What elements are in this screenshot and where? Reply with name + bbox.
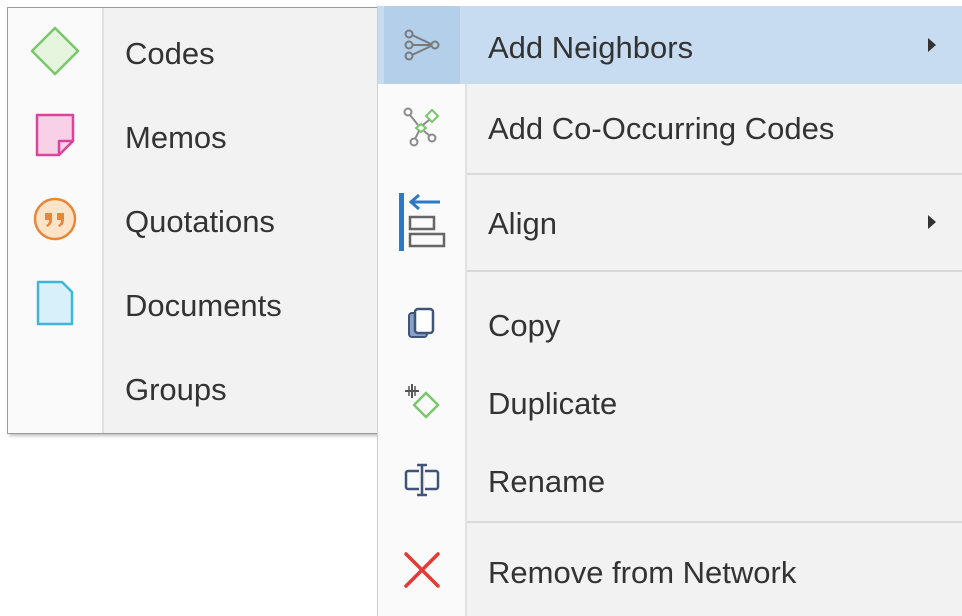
menu-item-copy[interactable]: Copy [378, 284, 962, 364]
menu-item-align[interactable]: Align [378, 175, 962, 269]
copy-icon [384, 284, 460, 364]
co-occurring-codes-icon [384, 84, 460, 172]
menu-item-quotations[interactable]: Quotations [8, 177, 377, 261]
menu-item-documents[interactable]: Documents [8, 261, 377, 345]
menu-item-rename[interactable]: Rename [378, 440, 962, 520]
document-icon [22, 261, 88, 345]
menu-item-label: Memos [125, 120, 227, 155]
menu-item-label: Rename [488, 464, 606, 499]
insert-menu: Codes Memos Quotations Documents Groups [7, 7, 378, 434]
menu-item-duplicate[interactable]: Duplicate [378, 364, 962, 440]
menu-item-memos[interactable]: Memos [8, 93, 377, 177]
align-left-icon [384, 175, 460, 269]
menu-item-label: Align [488, 206, 557, 241]
menu-item-label: Remove from Network [488, 555, 797, 590]
menu-item-groups[interactable]: Groups [8, 345, 377, 429]
network-context-menu: Add Neighbors Add Co-Occurring Codes Ali… [377, 6, 962, 616]
submenu-arrow-icon [928, 215, 936, 229]
menu-item-remove-from-network[interactable]: Remove from Network [378, 523, 962, 616]
memo-note-icon [22, 93, 88, 177]
submenu-arrow-icon [928, 38, 936, 52]
rename-icon [384, 440, 460, 520]
add-neighbors-icon [384, 6, 460, 84]
duplicate-icon [384, 364, 460, 440]
menu-item-label: Codes [125, 36, 215, 71]
menu-item-label: Add Co-Occurring Codes [488, 111, 835, 146]
quotation-icon [22, 177, 88, 261]
menu-item-label: Duplicate [488, 386, 618, 421]
remove-icon [384, 523, 460, 616]
menu-item-add-co-occurring-codes[interactable]: Add Co-Occurring Codes [378, 84, 962, 172]
menu-item-label: Groups [125, 372, 227, 407]
menu-item-add-neighbors[interactable]: Add Neighbors [378, 6, 962, 84]
menu-item-label: Documents [125, 288, 282, 323]
menu-item-label: Add Neighbors [488, 30, 694, 65]
code-diamond-icon [22, 9, 88, 93]
menu-separator [467, 270, 962, 272]
menu-item-label: Quotations [125, 204, 275, 239]
menu-item-label: Copy [488, 308, 561, 343]
menu-item-codes[interactable]: Codes [8, 9, 377, 93]
